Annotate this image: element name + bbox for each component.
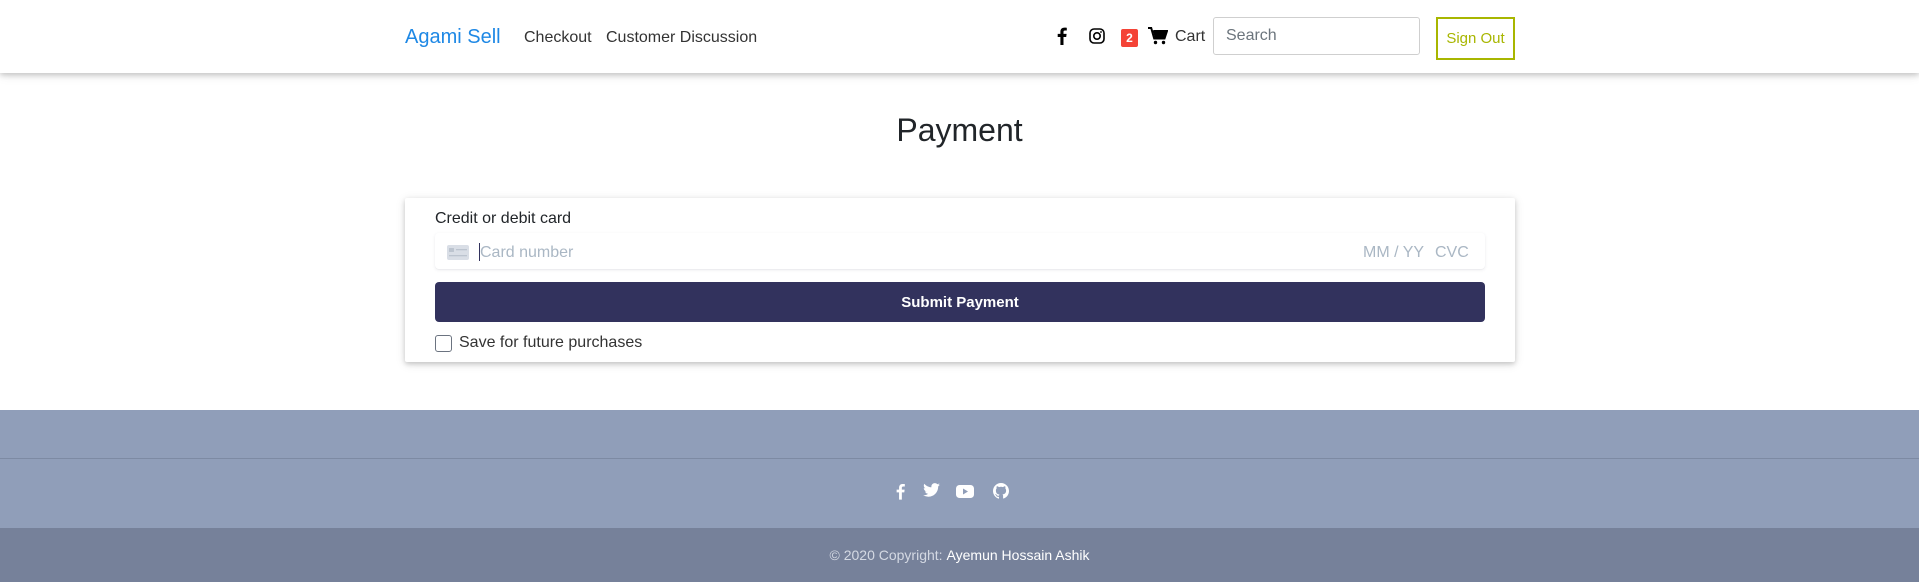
card-field-label: Credit or debit card [435,210,572,227]
footer-copyright-bar: © 2020 Copyright: Ayemun Hossain Ashik [0,528,1919,582]
submit-payment-button[interactable]: Submit Payment [435,282,1485,322]
search-input[interactable] [1213,17,1420,55]
cart-link[interactable]: Cart [1175,28,1205,46]
expiry-input[interactable]: MM / YY [1363,244,1424,262]
navbar: Agami Sell Checkout Customer Discussion … [0,0,1919,73]
footer-divider [0,458,1919,459]
save-card-checkbox[interactable] [435,335,452,352]
save-card-label: Save for future purchases [459,334,643,351]
nav-link-customer-discussion[interactable]: Customer Discussion [606,29,757,47]
youtube-icon[interactable] [956,484,974,498]
credit-card-icon [447,245,469,260]
cart-count-badge: 2 [1121,29,1138,47]
payment-card: Credit or debit card Card number MM / YY… [405,198,1515,362]
facebook-icon[interactable] [895,482,905,500]
github-icon[interactable] [992,482,1009,499]
card-input-field[interactable]: Card number MM / YY CVC [435,233,1485,269]
card-number-input[interactable]: Card number [480,244,573,262]
brand-logo[interactable]: Agami Sell [405,26,501,49]
page-title: Payment [896,112,1023,148]
facebook-icon[interactable] [1055,26,1069,46]
shopping-cart-icon[interactable] [1148,27,1168,45]
twitter-icon[interactable] [922,482,940,498]
footer [0,410,1919,528]
author-link[interactable]: Ayemun Hossain Ashik [947,547,1090,563]
cvc-input[interactable]: CVC [1435,244,1469,262]
sign-out-button[interactable]: Sign Out [1436,17,1515,60]
instagram-icon[interactable] [1088,27,1106,45]
copyright-text: © 2020 Copyright: [829,547,943,563]
nav-link-checkout[interactable]: Checkout [524,29,592,47]
